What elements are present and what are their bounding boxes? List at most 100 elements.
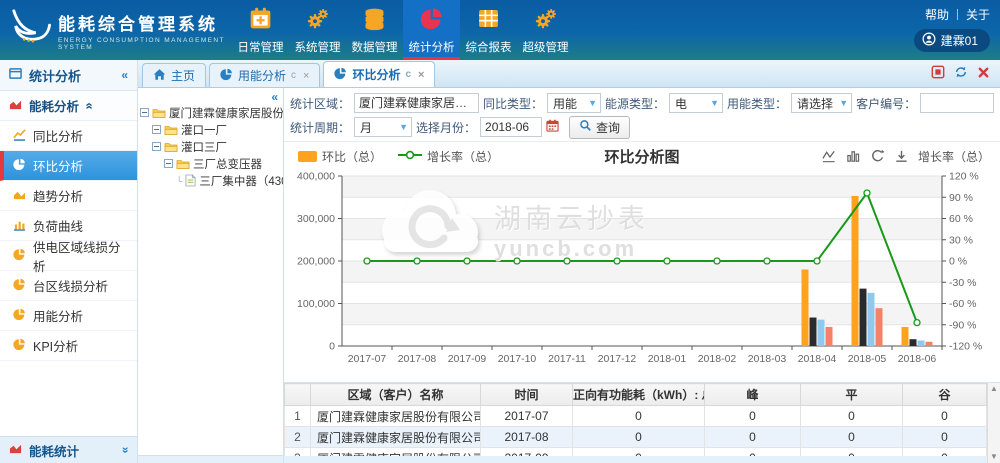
month-input[interactable]: 2018-06 [480, 117, 542, 137]
right-axis-name: 增长率（总） [918, 148, 990, 165]
chevron-down-icon[interactable]: « [121, 443, 128, 457]
nav-item-3[interactable]: 数据管理 [346, 0, 403, 60]
calendar-picker-icon[interactable] [546, 119, 559, 135]
query-button[interactable]: 查询 [569, 116, 630, 139]
app-subtitle: ENERGY CONSUMPTION MANAGEMENT SYSTEM [58, 37, 232, 51]
top-nav: 日常管理系统管理数据管理统计分析综合报表超级管理 [232, 0, 574, 60]
chevron-up-icon[interactable]: « [86, 99, 93, 113]
nav-item-2[interactable]: 系统管理 [289, 0, 346, 60]
chevron-down-icon: ▼ [399, 122, 408, 132]
restore-window-icon[interactable] [931, 65, 945, 79]
pie-icon [13, 338, 26, 354]
sidebar-section-energy-analysis[interactable]: 能耗分析 « [0, 91, 137, 121]
svg-text:2018-03: 2018-03 [748, 353, 787, 365]
sidebar-item-label: 同比分析 [33, 126, 83, 145]
svg-text:2017-08: 2017-08 [398, 353, 437, 365]
toolbox-download-icon[interactable] [894, 149, 909, 164]
sidebar-item-5[interactable]: 供电区域线损分析 [0, 241, 137, 271]
sidebar-item-8[interactable]: KPI分析 [0, 331, 137, 361]
collapse-tree-icon[interactable]: « [271, 90, 278, 104]
scroll-up-icon[interactable]: ▲ [990, 385, 998, 393]
toolbox-line-chart-icon[interactable] [822, 149, 837, 164]
refresh-icon[interactable] [954, 65, 968, 79]
tree-expander-icon[interactable] [152, 125, 161, 134]
tree-node-1[interactable]: 厦门建霖健康家居股份有限公司 [138, 104, 283, 121]
tree-node-3[interactable]: 灌口三厂 [138, 138, 283, 155]
sidebar-header[interactable]: 统计分析 « [0, 60, 137, 91]
tab-2[interactable]: 用能分析c× [209, 63, 320, 87]
svg-text:120 %: 120 % [949, 171, 979, 183]
table-cell: 2017-08 [481, 427, 573, 448]
tree-node-4[interactable]: 三厂总变压器 [138, 155, 283, 172]
tab-refresh-icon[interactable]: c [291, 70, 296, 81]
chart-svg[interactable]: 0100,000200,000300,000400,000120 %90 %60… [286, 168, 992, 380]
sidebar-item-3[interactable]: 趋势分析 [0, 181, 137, 211]
collapse-left-icon[interactable]: « [121, 68, 128, 82]
help-link[interactable]: 帮助 [925, 6, 949, 23]
tree-node-2[interactable]: 灌口一厂 [138, 121, 283, 138]
table-cell: 0 [573, 406, 705, 427]
region-input[interactable]: 厦门建霖健康家居股份有限公... [354, 93, 479, 113]
tab-1[interactable]: 主页 [142, 63, 206, 87]
tree-expander-icon[interactable] [164, 159, 173, 168]
orange-swatch-icon [298, 151, 317, 162]
sidebar-footer-label: 能耗统计 [29, 441, 79, 460]
app-title: 能耗综合管理系统 [58, 10, 232, 35]
sidebar-header-label: 统计分析 [29, 66, 81, 85]
tab-refresh-icon[interactable]: c [405, 69, 411, 80]
svg-text:2018-04: 2018-04 [798, 353, 837, 365]
nav-item-label: 数据管理 [352, 39, 398, 55]
sidebar-item-1[interactable]: 同比分析 [0, 121, 137, 151]
user-badge[interactable]: 建霖01 [914, 29, 990, 52]
table-header-4: 正向有功能耗（kWh）: 总 [573, 384, 705, 406]
nav-item-5[interactable]: 综合报表 [460, 0, 517, 60]
legend-item-growthrate[interactable]: 增长率（总） [398, 148, 499, 165]
result-table-section: 区域（客户）名称时间正向有功能耗（kWh）: 总峰平谷 1厦门建霖健康家居股份有… [284, 382, 1000, 463]
scroll-down-icon[interactable]: ▼ [990, 453, 998, 461]
toolbox-bar-chart-icon[interactable] [846, 149, 861, 164]
usage-type-select[interactable]: 请选择▼ [791, 93, 852, 113]
nav-item-1[interactable]: 日常管理 [232, 0, 289, 60]
period-select[interactable]: 月▼ [354, 117, 412, 137]
about-link[interactable]: 关于 [966, 6, 990, 23]
table-cell: 1 [285, 406, 311, 427]
linechart-icon [13, 128, 26, 144]
tree-node-label: 三厂总变压器 [193, 156, 262, 172]
toolbox-restore-icon[interactable] [870, 149, 885, 164]
sidebar-item-7[interactable]: 用能分析 [0, 301, 137, 331]
sidebar-footer-energy-stats[interactable]: 能耗统计 « [0, 436, 137, 463]
chevron-down-icon: ▼ [839, 98, 848, 108]
customer-no-input[interactable] [920, 93, 994, 113]
tree-horizontal-scrollbar[interactable] [138, 455, 283, 463]
energy-type-select[interactable]: 电▼ [669, 93, 723, 113]
main-horizontal-scrollbar[interactable] [284, 456, 987, 463]
tab-3[interactable]: 环比分析c× [323, 61, 435, 87]
calendar-icon [248, 6, 273, 36]
tab-close-icon[interactable]: × [303, 70, 309, 82]
customer-no-label: 客户编号： [856, 95, 916, 112]
sidebar-item-6[interactable]: 台区线损分析 [0, 271, 137, 301]
nav-item-6[interactable]: 超级管理 [517, 0, 574, 60]
tree-node-label: 灌口一厂 [181, 122, 227, 138]
sidebar-item-label: 环比分析 [33, 156, 83, 175]
energy-type-label: 能源类型： [605, 95, 665, 112]
svg-text:30 %: 30 % [949, 234, 973, 246]
close-icon[interactable] [977, 66, 990, 79]
pie-icon [13, 158, 26, 174]
sidebar-item-label: 负荷曲线 [33, 216, 83, 235]
tree-node-5[interactable]: └三厂集中器（4301003 [138, 172, 283, 189]
nav-item-4[interactable]: 统计分析 [403, 0, 460, 60]
sidebar-item-2[interactable]: 环比分析 [0, 151, 137, 181]
tree-expander-icon[interactable] [140, 108, 149, 117]
table-vertical-scrollbar[interactable]: ▲ ▼ [987, 383, 1000, 463]
sidebar-item-label: 用能分析 [33, 306, 83, 325]
tree-expander-icon[interactable] [152, 142, 161, 151]
svg-text:100,000: 100,000 [297, 298, 335, 310]
table-row-2[interactable]: 2厦门建霖健康家居股份有限公司2017-080000 [285, 427, 987, 448]
tab-close-icon[interactable]: × [418, 69, 424, 81]
legend-item-huanbi[interactable]: 环比（总） [298, 148, 382, 165]
table-header-6: 平 [801, 384, 903, 406]
table-row-1[interactable]: 1厦门建霖健康家居股份有限公司2017-070000 [285, 406, 987, 427]
user-icon [922, 32, 936, 49]
tongbi-type-select[interactable]: 用能▼ [547, 93, 601, 113]
